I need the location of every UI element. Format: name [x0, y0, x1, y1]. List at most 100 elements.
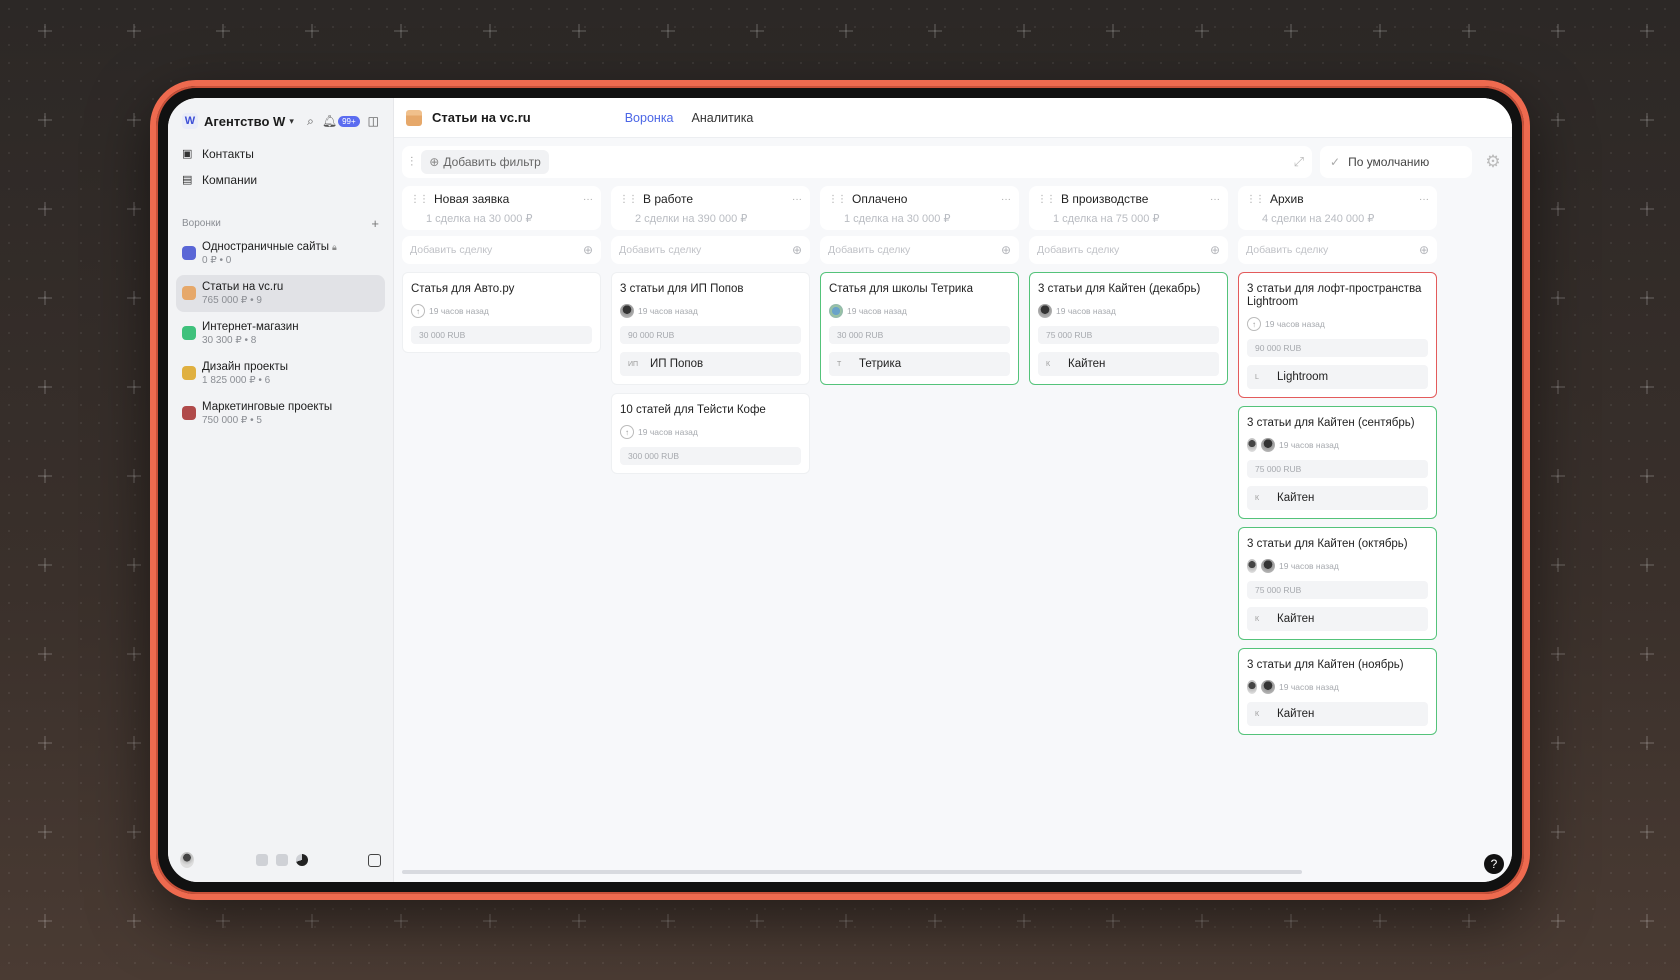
add-deal-button[interactable]: Добавить сделку ⊕ — [820, 236, 1019, 264]
background-plus-mark — [1551, 469, 1565, 483]
deal-company[interactable]: ИП ИП Попов — [620, 352, 801, 376]
more-icon[interactable]: ··· — [1419, 194, 1429, 205]
sidebar-item-contacts[interactable]: ▣ Контакты — [176, 142, 385, 166]
sidebar-item-companies[interactable]: ▤ Компании — [176, 168, 385, 192]
background-plus-mark — [839, 914, 853, 928]
add-deal-button[interactable]: Добавить сделку ⊕ — [1238, 236, 1437, 264]
background-plus-mark — [1640, 558, 1654, 572]
funnel-item[interactable]: Одностраничные сайты 🔒︎ 0 ₽ • 0 — [176, 235, 385, 272]
drag-handle-icon[interactable]: ⋮⋮ — [619, 194, 638, 205]
more-icon[interactable]: ··· — [792, 194, 802, 205]
help-button[interactable]: ? — [1484, 854, 1504, 874]
drag-handle-icon[interactable]: ⋮⋮ — [1037, 194, 1056, 205]
company-name: Кайтен — [1068, 358, 1106, 370]
deal-card[interactable]: 3 статьи для лофт-пространства Lightroom… — [1238, 272, 1437, 398]
background-plus-mark — [661, 914, 675, 928]
add-deal-label: Добавить сделку — [1246, 244, 1329, 256]
deal-title: 3 статьи для Кайтен (ноябрь) — [1247, 659, 1404, 671]
funnel-title: Статьи на vc.ru — [202, 280, 283, 294]
deal-company[interactable]: К Кайтен — [1247, 607, 1428, 631]
drag-handle-icon[interactable]: ⋮⋮ — [828, 194, 847, 205]
sliders-icon[interactable]: ⫶ — [410, 154, 413, 170]
background-plus-mark — [1462, 914, 1476, 928]
funnel-item[interactable]: Интернет-магазин 30 300 ₽ • 8 — [176, 315, 385, 352]
add-deal-button[interactable]: Добавить сделку ⊕ — [402, 236, 601, 264]
deal-card[interactable]: 3 статьи для Кайтен (ноябрь) 19 часов наз… — [1238, 648, 1437, 735]
add-deal-button[interactable]: Добавить сделку ⊕ — [611, 236, 810, 264]
column-summary: 1 сделка на 30 000 ₽ — [844, 213, 951, 225]
column-summary: 1 сделка на 75 000 ₽ — [1053, 213, 1160, 225]
deal-title: 3 статьи для ИП Попов — [620, 283, 744, 295]
drag-handle-icon[interactable]: ⋮⋮ — [410, 194, 429, 205]
horizontal-scrollbar[interactable] — [402, 870, 1302, 874]
deal-company[interactable]: К Кайтен — [1038, 352, 1219, 376]
add-deal-label: Добавить сделку — [828, 244, 911, 256]
calendar-icon[interactable] — [368, 853, 381, 867]
funnel-title-text: Одностраничные сайты — [202, 241, 330, 253]
funnel-icon — [182, 326, 196, 340]
column-header: ⋮⋮ Архив ··· 4 сделки на 240 000 ₽ — [1238, 186, 1437, 230]
drag-handle-icon[interactable]: ⋮⋮ — [1246, 194, 1265, 205]
user-avatar[interactable] — [180, 852, 194, 868]
column-title: Новая заявка — [434, 192, 510, 206]
funnel-icon — [182, 366, 196, 380]
background-plus-mark — [483, 24, 497, 38]
funnel-item[interactable]: Маркетинговые проекты 750 000 ₽ • 5 — [176, 395, 385, 432]
deal-company[interactable]: К Кайтен — [1247, 702, 1428, 726]
more-icon[interactable]: ··· — [583, 194, 593, 205]
deal-title: Статья для школы Тетрика — [829, 283, 973, 295]
deal-company[interactable]: Т Тетрика — [829, 352, 1010, 376]
workspace-switcher[interactable]: Агентство W — [204, 114, 285, 129]
lock-icon: 🔒︎ — [332, 242, 337, 252]
tab-funnel[interactable]: Воронка — [625, 111, 674, 125]
add-funnel-icon[interactable]: + — [371, 216, 379, 231]
deal-card[interactable]: 3 статьи для ИП Попов 19 часов назад 90 00… — [611, 272, 810, 385]
add-filter-button[interactable]: ⊕ Добавить фильтр — [421, 150, 549, 174]
bell-icon: 🔔︎ — [321, 114, 338, 128]
search-icon[interactable]: ⌕ — [307, 115, 314, 127]
background-plus-mark — [127, 736, 141, 750]
tab-analytics[interactable]: Аналитика — [692, 111, 754, 125]
deal-card[interactable]: Статья для Авто.ру ↑ 19 часов назад 30 000 … — [402, 272, 601, 353]
add-deal-button[interactable]: Добавить сделку ⊕ — [1029, 236, 1228, 264]
view-select[interactable]: ✓ По умолчанию — [1320, 146, 1472, 178]
deal-company[interactable]: К Кайтен — [1247, 486, 1428, 510]
sidebar-toggle-icon[interactable]: ◫ — [368, 115, 379, 127]
avatar — [1247, 559, 1257, 573]
deal-meta: ↑ 19 часов назад — [411, 304, 592, 318]
deal-company[interactable]: L Lightroom — [1247, 365, 1428, 389]
deal-card[interactable]: 3 статьи для Кайтен (октябрь) 19 часов на… — [1238, 527, 1437, 640]
gear-icon[interactable]: ⚙ — [1482, 152, 1504, 172]
background-plus-mark — [38, 291, 52, 305]
sidebar-footer — [180, 850, 381, 870]
deal-time: 19 часов назад — [638, 427, 698, 437]
upload-icon: ↑ — [1247, 317, 1261, 331]
company-initial: Т — [837, 360, 842, 368]
more-icon[interactable]: ··· — [1210, 194, 1220, 205]
deal-time: 19 часов назад — [1279, 561, 1339, 571]
background-plus-mark — [394, 24, 408, 38]
deal-card[interactable]: Статья для школы Тетрика 19 часов назад 30… — [820, 272, 1019, 385]
plus-circle-icon: ⊕ — [1209, 243, 1220, 257]
deal-card[interactable]: 3 статьи для Кайтен (декабрь) 19 часов на… — [1029, 272, 1228, 385]
funnel-item[interactable]: Дизайн проекты 1 825 000 ₽ • 6 — [176, 355, 385, 392]
documents-icon[interactable] — [276, 854, 288, 866]
deal-meta: 19 часов назад — [620, 304, 801, 318]
more-icon[interactable]: ··· — [1001, 194, 1011, 205]
kanban-column: ⋮⋮ Новая заявка ··· 1 сделка на 30 000 ₽ Доб… — [402, 186, 601, 862]
reports-icon[interactable] — [296, 854, 308, 866]
kanban-column: ⋮⋮ В работе ··· 2 сделки на 390 000 ₽ Добави… — [611, 186, 810, 862]
tasks-icon[interactable] — [256, 854, 268, 866]
deal-card[interactable]: 3 статьи для Кайтен (сентябрь) 19 часов н… — [1238, 406, 1437, 519]
notifications-button[interactable]: 🔔︎ 99+ — [322, 115, 360, 127]
chevron-down-icon[interactable]: ▾ — [289, 116, 294, 127]
workspace-logo: W — [182, 113, 198, 129]
funnel-item[interactable]: Статьи на vc.ru 765 000 ₽ • 9 — [176, 275, 385, 312]
background-plus-mark — [38, 202, 52, 216]
background-plus-mark — [38, 825, 52, 839]
funnel-title: Одностраничные сайты 🔒︎ — [202, 240, 337, 254]
add-deal-label: Добавить сделку — [619, 244, 702, 256]
deal-card[interactable]: 10 статей для Тейсти Кофе ↑ 19 часов назад… — [611, 393, 810, 474]
expand-icon[interactable]: ⤢ — [1294, 154, 1304, 170]
background-plus-mark — [127, 469, 141, 483]
